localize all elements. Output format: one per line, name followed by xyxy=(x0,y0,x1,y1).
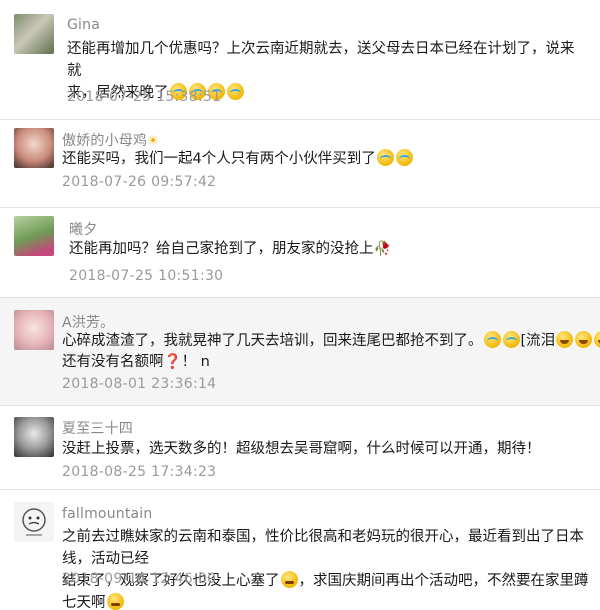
commenter-name[interactable]: Gina xyxy=(67,17,100,33)
timestamp: 2018-07-25 15:38:51 xyxy=(67,89,222,105)
timestamp: 2018-07-25 10:51:30 xyxy=(69,268,224,284)
comment-text: 还能买吗，我们一起4个人只有两个小伙伴买到了 xyxy=(62,148,582,170)
wilted-rose-icon: 🥀 xyxy=(373,241,391,257)
comment-tag: [流泪 xyxy=(520,333,556,349)
red-question-mark-icon: ❓ xyxy=(163,354,182,370)
timestamp: 2018-09-14 12:46:00 xyxy=(62,571,217,587)
commenter-name[interactable]: A洪芳。 xyxy=(62,312,114,332)
commenter-name[interactable]: 傲娇的小母鸡☀ xyxy=(62,130,159,150)
comment-body: 心碎成渣渣了，我就晃神了几天去培训，回来连尾巴都抢不到了。 xyxy=(62,333,483,349)
cartoon-face-icon xyxy=(22,508,46,536)
sun-icon: ☀ xyxy=(147,134,160,149)
comment-card: 傲娇的小母鸡☀ 还能买吗，我们一起4个人只有两个小伙伴买到了 2018-07-2… xyxy=(0,120,600,208)
crying-face-icon xyxy=(376,149,394,166)
crying-face-icon xyxy=(502,331,520,348)
comment-body: 还能再加吗？给自己家抢到了，朋友家的没抢上 xyxy=(69,241,374,257)
comment-card: 夏至三十四 没赶上投票，选天数多的！超级想去吴哥窟啊，什么时候可以开通，期待！ … xyxy=(0,406,600,490)
commenter-name-label: 傲娇的小母鸡 xyxy=(62,133,148,149)
commenter-name[interactable]: 夏至三十四 xyxy=(62,418,133,438)
comment-text-line2: 还有没有名额啊❓！ n xyxy=(62,351,582,373)
comment-card: fallmountain 之前去过瞧妹家的云南和泰国，性价比很高和老妈玩的很开心… xyxy=(0,490,600,610)
avatar[interactable] xyxy=(14,502,54,542)
comment-body: 还能买吗，我们一起4个人只有两个小伙伴买到了 xyxy=(62,151,376,167)
comment-card: Gina 还能再增加几个优惠吗？上次云南近期就去，送父母去日本已经在计划了，说来… xyxy=(0,0,600,120)
commenter-name[interactable]: 曦夕 xyxy=(69,219,97,239)
comment-card: A洪芳。 心碎成渣渣了，我就晃神了几天去培训，回来连尾巴都抢不到了。 [流泪 还有… xyxy=(0,298,600,406)
commenter-name[interactable]: fallmountain xyxy=(62,506,152,522)
avatar[interactable] xyxy=(14,310,54,350)
comment-text: 之前去过瞧妹家的云南和泰国，性价比很高和老妈玩的很开心，最近看到出了日本线，活动… xyxy=(62,526,592,610)
avatar[interactable] xyxy=(14,128,54,168)
avatar[interactable] xyxy=(14,417,54,457)
grimacing-face-icon xyxy=(280,571,298,588)
comment-body: 还有没有名额啊 xyxy=(62,354,164,370)
crying-face-icon xyxy=(483,331,501,348)
timestamp: 2018-08-01 23:36:14 xyxy=(62,376,217,392)
avatar[interactable] xyxy=(14,14,54,54)
laughing-face-icon xyxy=(594,331,600,348)
timestamp: 2018-08-25 17:34:23 xyxy=(62,464,217,480)
timestamp: 2018-07-26 09:57:42 xyxy=(62,174,217,190)
crying-face-icon xyxy=(226,83,244,100)
comment-text: 没赶上投票，选天数多的！超级想去吴哥窟啊，什么时候可以开通，期待！ xyxy=(62,441,541,457)
crying-face-icon xyxy=(395,149,413,166)
laughing-face-icon xyxy=(556,331,574,348)
comment-text: 心碎成渣渣了，我就晃神了几天去培训，回来连尾巴都抢不到了。 [流泪 xyxy=(62,330,600,352)
comment-body-tail: ！ n xyxy=(181,354,210,370)
laughing-face-icon xyxy=(575,331,593,348)
grimacing-face-icon xyxy=(106,593,124,610)
avatar[interactable] xyxy=(14,216,54,256)
comment-text: 还能再加吗？给自己家抢到了，朋友家的没抢上🥀 xyxy=(69,238,579,260)
comment-card: 曦夕 还能再加吗？给自己家抢到了，朋友家的没抢上🥀 2018-07-25 10:… xyxy=(0,208,600,298)
